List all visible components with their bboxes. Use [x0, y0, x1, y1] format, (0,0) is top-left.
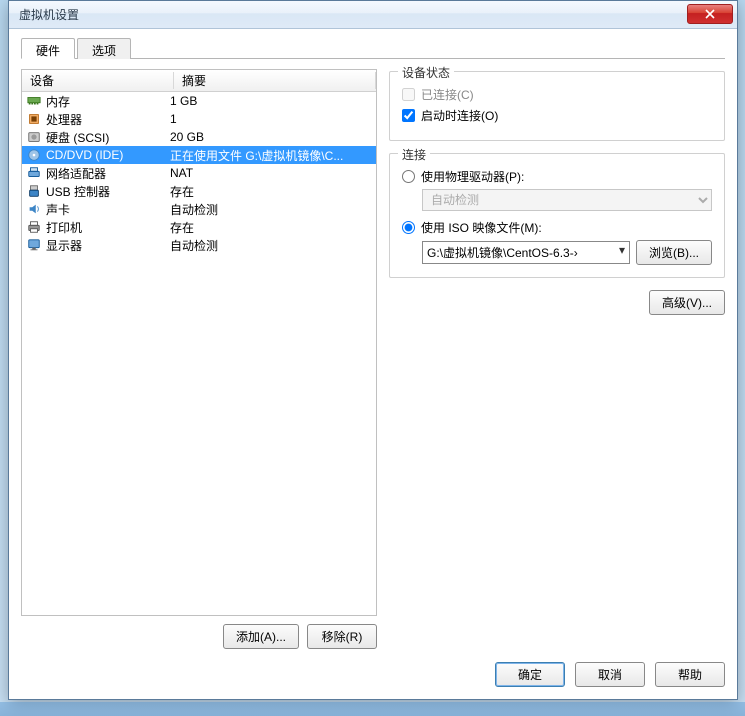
- physical-radio[interactable]: [402, 170, 415, 183]
- poweron-checkbox[interactable]: [402, 109, 415, 122]
- device-name: USB 控制器: [46, 183, 110, 200]
- device-summary: NAT: [170, 166, 372, 180]
- net-icon: [26, 165, 42, 181]
- memory-icon: [26, 93, 42, 109]
- hardware-row[interactable]: 内存 1 GB: [22, 92, 376, 110]
- cancel-button[interactable]: 取消: [575, 662, 645, 687]
- tab-bar: 硬件 选项: [21, 37, 725, 59]
- tab-options[interactable]: 选项: [77, 38, 131, 59]
- header-summary[interactable]: 摘要: [174, 72, 376, 89]
- device-name: CD/DVD (IDE): [46, 148, 123, 162]
- hardware-table: 设备 摘要 内存 1 GB 处理器 1 硬盘 (SCSI) 20 GB CD/DVD (ID…: [21, 69, 377, 616]
- hardware-row[interactable]: 显示器 自动检测: [22, 236, 376, 254]
- taskbar: [0, 702, 745, 716]
- content-area: 设备 摘要 内存 1 GB 处理器 1 硬盘 (SCSI) 20 GB CD/DVD (ID…: [21, 59, 725, 649]
- iso-radio-row[interactable]: 使用 ISO 映像文件(M):: [402, 219, 712, 236]
- hardware-list-pane: 设备 摘要 内存 1 GB 处理器 1 硬盘 (SCSI) 20 GB CD/DVD (ID…: [21, 69, 377, 649]
- iso-combo-row: G:\虚拟机镜像\CentOS-6.3-› 浏览(B)...: [422, 240, 712, 265]
- connection-group: 连接 使用物理驱动器(P): 自动检测 使用 ISO 映像文件(M):: [389, 153, 725, 278]
- dialog-body: 硬件 选项 设备 摘要 内存 1 GB 处理器 1 硬盘 (SCSI) 20 GB CD/D…: [9, 29, 737, 699]
- poweron-checkbox-row[interactable]: 启动时连接(O): [402, 107, 712, 124]
- hardware-row[interactable]: 网络适配器 NAT: [22, 164, 376, 182]
- tab-hardware[interactable]: 硬件: [21, 38, 75, 59]
- help-button[interactable]: 帮助: [655, 662, 725, 687]
- device-summary: 自动检测: [170, 201, 372, 218]
- device-summary: 自动检测: [170, 237, 372, 254]
- device-name: 网络适配器: [46, 165, 106, 182]
- add-hardware-button[interactable]: 添加(A)...: [223, 624, 299, 649]
- cpu-icon: [26, 111, 42, 127]
- window-title: 虚拟机设置: [19, 6, 687, 23]
- hardware-row[interactable]: 打印机 存在: [22, 218, 376, 236]
- device-summary: 20 GB: [170, 130, 372, 144]
- device-name: 硬盘 (SCSI): [46, 129, 109, 146]
- connected-checkbox[interactable]: [402, 88, 415, 101]
- device-name: 打印机: [46, 219, 82, 236]
- device-summary: 1: [170, 112, 372, 126]
- close-icon: [705, 9, 715, 19]
- advanced-button[interactable]: 高级(V)...: [649, 290, 725, 315]
- table-body: 内存 1 GB 处理器 1 硬盘 (SCSI) 20 GB CD/DVD (IDE) 正在使用…: [22, 92, 376, 254]
- close-button[interactable]: [687, 4, 733, 24]
- hardware-row[interactable]: CD/DVD (IDE) 正在使用文件 G:\虚拟机镜像\C...: [22, 146, 376, 164]
- device-name: 声卡: [46, 201, 70, 218]
- iso-radio[interactable]: [402, 221, 415, 234]
- poweron-label: 启动时连接(O): [421, 107, 498, 124]
- ok-button[interactable]: 确定: [495, 662, 565, 687]
- disk-icon: [26, 129, 42, 145]
- connected-label: 已连接(C): [421, 86, 474, 103]
- usb-icon: [26, 183, 42, 199]
- physical-label: 使用物理驱动器(P):: [421, 168, 524, 185]
- device-summary: 1 GB: [170, 94, 372, 108]
- printer-icon: [26, 219, 42, 235]
- physical-combo-wrap: 自动检测: [422, 189, 712, 211]
- display-icon: [26, 237, 42, 253]
- device-status-title: 设备状态: [398, 64, 454, 81]
- device-status-group: 设备状态 已连接(C) 启动时连接(O): [389, 71, 725, 141]
- table-header: 设备 摘要: [22, 70, 376, 92]
- hardware-row[interactable]: 硬盘 (SCSI) 20 GB: [22, 128, 376, 146]
- hardware-buttons: 添加(A)... 移除(R): [21, 624, 377, 649]
- device-summary: 正在使用文件 G:\虚拟机镜像\C...: [170, 147, 372, 164]
- hardware-row[interactable]: 处理器 1: [22, 110, 376, 128]
- physical-radio-row[interactable]: 使用物理驱动器(P):: [402, 168, 712, 185]
- device-name: 显示器: [46, 237, 82, 254]
- iso-label: 使用 ISO 映像文件(M):: [421, 219, 542, 236]
- advanced-row: 高级(V)...: [389, 290, 725, 315]
- header-device[interactable]: 设备: [22, 72, 174, 89]
- dialog-footer: 确定 取消 帮助: [495, 662, 725, 687]
- remove-hardware-button[interactable]: 移除(R): [307, 624, 377, 649]
- detail-pane: 设备状态 已连接(C) 启动时连接(O) 连接 使用物理驱动器(P):: [389, 69, 725, 649]
- hardware-row[interactable]: 声卡 自动检测: [22, 200, 376, 218]
- browse-button[interactable]: 浏览(B)...: [636, 240, 712, 265]
- connection-title: 连接: [398, 146, 430, 163]
- vm-settings-dialog: 虚拟机设置 硬件 选项 设备 摘要 内存 1 GB 处理器 1 硬盘 (SCSI) 20 …: [8, 0, 738, 700]
- cd-icon: [26, 147, 42, 163]
- titlebar: 虚拟机设置: [9, 1, 737, 29]
- iso-path-combo[interactable]: G:\虚拟机镜像\CentOS-6.3-›: [422, 241, 630, 264]
- device-summary: 存在: [170, 183, 372, 200]
- physical-drive-combo[interactable]: 自动检测: [422, 189, 712, 211]
- device-name: 内存: [46, 93, 70, 110]
- device-summary: 存在: [170, 219, 372, 236]
- hardware-row[interactable]: USB 控制器 存在: [22, 182, 376, 200]
- device-name: 处理器: [46, 111, 82, 128]
- connected-checkbox-row[interactable]: 已连接(C): [402, 86, 712, 103]
- sound-icon: [26, 201, 42, 217]
